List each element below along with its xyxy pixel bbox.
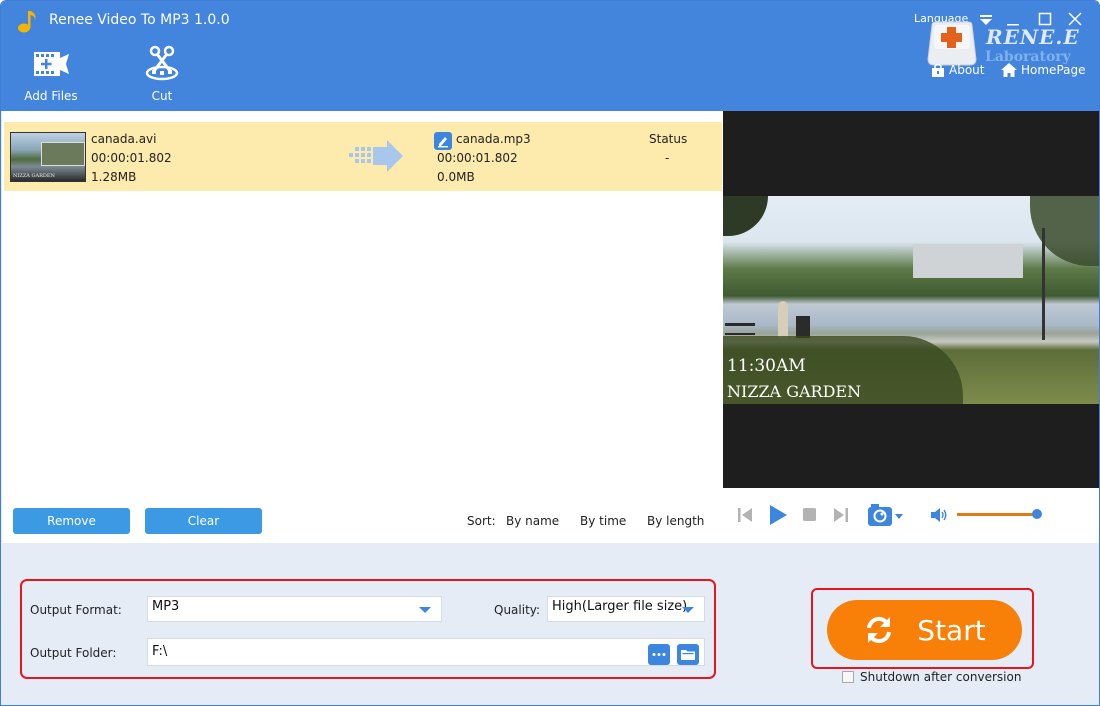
clear-button[interactable]: Clear xyxy=(145,508,262,534)
about-link[interactable]: About xyxy=(931,63,984,77)
logo-brand: RENE.E xyxy=(986,25,1080,49)
video-overlay-time: 11:30AM xyxy=(727,356,806,376)
convert-arrow-icon xyxy=(349,140,403,172)
start-button[interactable]: Start xyxy=(827,600,1022,660)
more-dots-icon xyxy=(652,653,666,656)
lock-icon xyxy=(932,63,944,77)
sort-by-length[interactable]: By length xyxy=(647,514,704,528)
quality-value: High(Larger file size) xyxy=(552,599,688,614)
output-format-select[interactable]: MP3 xyxy=(147,596,442,622)
file-list-item[interactable]: NIZZA GARDEN canada.avi 00:00:01.802 1.2… xyxy=(4,122,722,191)
source-size: 1.28MB xyxy=(91,170,137,184)
snapshot-camera-icon[interactable] xyxy=(867,503,907,527)
output-folder-label: Output Folder: xyxy=(30,646,117,660)
about-label: About xyxy=(949,63,985,77)
cut-button[interactable]: Cut xyxy=(127,45,197,107)
status-header: Status xyxy=(649,132,688,146)
cut-label: Cut xyxy=(151,89,173,103)
video-frame: 11:30AM NIZZA GARDEN xyxy=(723,196,1099,404)
shutdown-option[interactable]: Shutdown after conversion xyxy=(842,670,1021,684)
music-note-icon xyxy=(18,11,36,33)
homepage-link[interactable]: HomePage xyxy=(1001,63,1086,77)
shutdown-label: Shutdown after conversion xyxy=(860,670,1022,684)
player-controls xyxy=(723,488,1099,543)
output-format-label: Output Format: xyxy=(30,603,122,617)
edit-output-name-icon[interactable] xyxy=(434,132,452,150)
status-value: - xyxy=(665,151,670,165)
homepage-label: HomePage xyxy=(1021,63,1086,77)
folder-icon xyxy=(681,650,695,660)
open-folder-button[interactable] xyxy=(677,644,699,665)
sort-by-name[interactable]: By name xyxy=(506,514,559,528)
volume-slider-handle[interactable] xyxy=(1032,509,1042,519)
add-files-button[interactable]: Add Files xyxy=(16,45,86,107)
add-files-label: Add Files xyxy=(24,89,78,103)
volume-slider-track[interactable] xyxy=(957,513,1037,516)
home-icon xyxy=(1001,63,1017,77)
output-size: 0.0MB xyxy=(437,170,475,184)
output-duration: 00:00:01.802 xyxy=(437,151,518,165)
video-preview-panel: 11:30AM NIZZA GARDEN xyxy=(723,111,1099,488)
remove-button[interactable]: Remove xyxy=(13,508,130,534)
shutdown-checkbox[interactable] xyxy=(842,671,854,683)
file-list-panel: NIZZA GARDEN canada.avi 00:00:01.802 1.2… xyxy=(2,111,723,543)
previous-icon[interactable] xyxy=(737,507,753,523)
play-icon[interactable] xyxy=(768,504,788,526)
refresh-icon xyxy=(867,616,892,644)
video-overlay-place: NIZZA GARDEN xyxy=(727,382,862,401)
scissors-icon xyxy=(145,45,179,81)
quality-label: Quality: xyxy=(494,603,541,617)
header-bar: Renee Video To MP3 1.0.0 Add Files Cut L… xyxy=(1,1,1099,111)
start-label: Start xyxy=(917,613,986,647)
volume-icon[interactable] xyxy=(930,507,948,523)
output-settings-group: Output Format: MP3 Quality: High(Larger … xyxy=(20,579,716,679)
sort-by-time[interactable]: By time xyxy=(580,514,626,528)
output-format-value: MP3 xyxy=(152,599,180,614)
chevron-down-icon xyxy=(419,607,431,613)
browse-more-button[interactable] xyxy=(648,644,670,665)
next-icon[interactable] xyxy=(833,507,849,523)
output-folder-value: F:\ xyxy=(152,644,168,659)
source-file-name: canada.avi xyxy=(91,132,157,146)
renee-logo-icon xyxy=(927,21,977,66)
source-duration: 00:00:01.802 xyxy=(91,151,172,165)
output-folder-input[interactable]: F:\ xyxy=(147,638,705,666)
app-window: Renee Video To MP3 1.0.0 Add Files Cut L… xyxy=(0,0,1100,706)
window-title: Renee Video To MP3 1.0.0 xyxy=(49,12,230,28)
chevron-down-icon xyxy=(682,607,694,613)
output-file-name: canada.mp3 xyxy=(456,132,531,146)
stop-icon[interactable] xyxy=(803,508,816,521)
add-video-icon xyxy=(34,52,69,76)
start-highlight: Start xyxy=(811,588,1034,669)
sort-label: Sort: xyxy=(467,514,496,528)
video-thumbnail: NIZZA GARDEN xyxy=(10,132,86,182)
quality-select[interactable]: High(Larger file size) xyxy=(547,596,705,622)
